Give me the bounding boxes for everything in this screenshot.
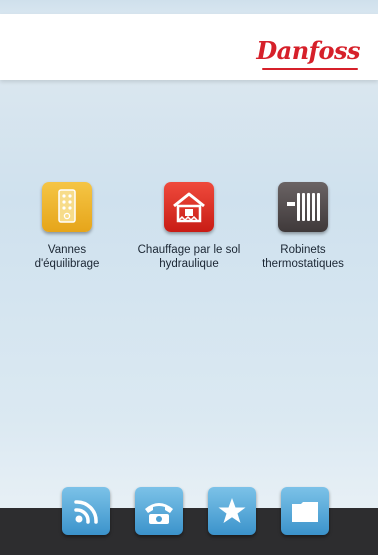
phone-button[interactable]: [135, 487, 183, 535]
logo-underline: [262, 68, 358, 70]
balancing-valves-icon: [42, 182, 92, 232]
app-label: Vannes d'équilibrage: [4, 243, 130, 271]
app-label-line1: Vannes: [47, 244, 87, 256]
favorites-button[interactable]: [208, 487, 256, 535]
app-label: Robinets thermostatiques: [240, 243, 366, 271]
header: Danfoss: [0, 14, 378, 80]
app-label-line1: Chauffage par le sol: [137, 244, 241, 256]
folder-button[interactable]: [281, 487, 329, 535]
star-icon: [218, 498, 246, 523]
floor-heating-icon: [164, 182, 214, 232]
phone-icon: [145, 503, 173, 524]
app-vannes-equilibrage[interactable]: Vannes d'équilibrage: [4, 182, 130, 271]
app-label-line2: thermostatiques: [262, 258, 344, 270]
rss-feed-icon: [74, 500, 98, 524]
app-label: Chauffage par le sol hydraulique: [126, 243, 252, 271]
app-chauffage-sol[interactable]: Chauffage par le sol hydraulique: [126, 182, 252, 271]
app-label-line2: hydraulique: [159, 258, 219, 270]
rss-feed-button[interactable]: [62, 487, 110, 535]
folder-icon: [292, 502, 318, 522]
danfoss-logo: Danfoss: [256, 36, 360, 65]
app-label-line1: Robinets: [280, 244, 326, 256]
status-strip: [0, 0, 378, 14]
radiator-icon: [278, 182, 328, 232]
app-label-line2: d'équilibrage: [34, 258, 100, 270]
app-robinets-thermostatiques[interactable]: Robinets thermostatiques: [240, 182, 366, 271]
